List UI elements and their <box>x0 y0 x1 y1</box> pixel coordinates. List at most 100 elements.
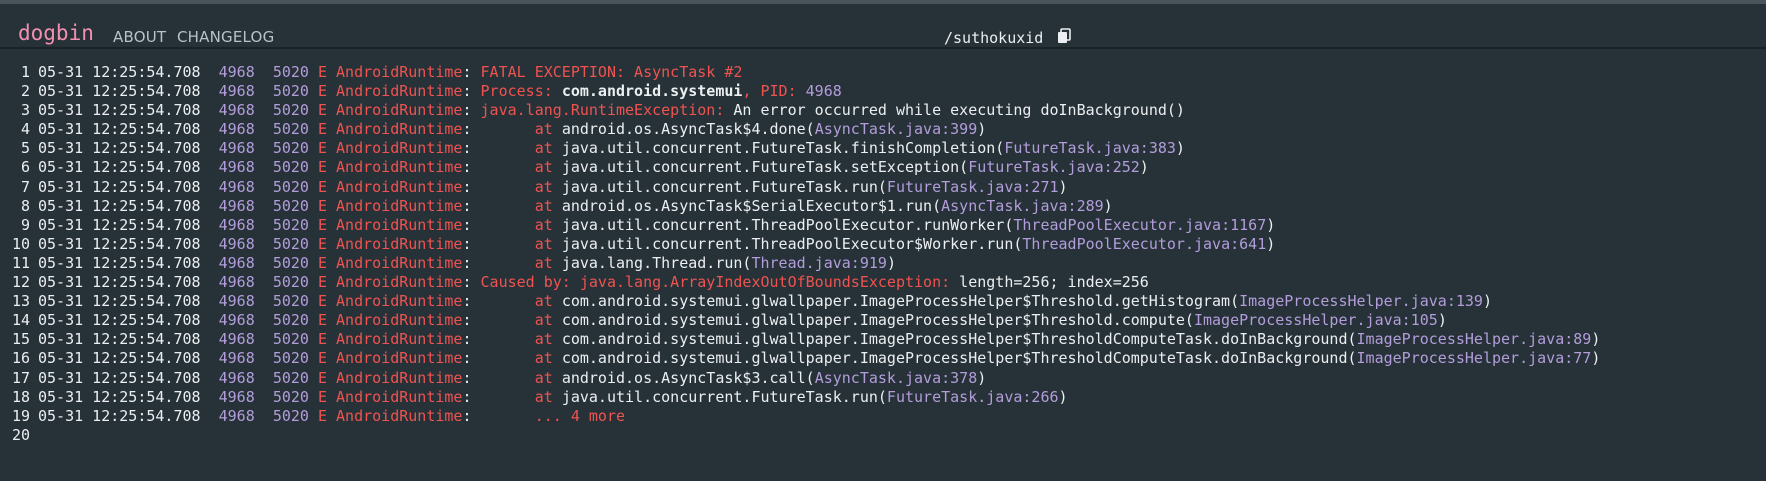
source-link[interactable]: ImageProcessHelper.java:105 <box>1194 311 1438 329</box>
log-pid: 4968 <box>218 273 255 292</box>
line-number: 4 <box>20 120 30 139</box>
log-level-tag: E AndroidRuntime <box>317 82 463 101</box>
log-message: java.util.concurrent.FutureTask.finishCo… <box>561 139 1005 158</box>
nav-changelog-link[interactable]: CHANGELOG <box>177 30 274 45</box>
log-message: android.os.AsyncTask$3.call( <box>561 368 815 387</box>
log-level-tag: E AndroidRuntime <box>317 273 463 292</box>
log-message: at <box>471 253 562 272</box>
line-number: 19 <box>11 406 30 425</box>
log-message: ) <box>1591 349 1601 368</box>
log-colon: : <box>462 63 472 81</box>
log-tid: 5020 <box>272 139 309 158</box>
source-link[interactable]: FutureTask.java:252 <box>968 158 1140 176</box>
brand-logo-link[interactable]: dogbin <box>18 23 94 44</box>
log-timestamp: 05-31 12:25:54.708 <box>38 158 201 177</box>
log-line: 12 05-31 12:25:54.708 4968 5020 E Android… <box>0 273 1766 292</box>
log-timestamp: 05-31 12:25:54.708 <box>38 387 201 406</box>
line-number: 1 <box>20 63 30 81</box>
log-timestamp: 05-31 12:25:54.708 <box>38 177 201 196</box>
line-number: 14 <box>11 311 30 330</box>
line-number: 5 <box>20 139 30 158</box>
log-line: 16 05-31 12:25:54.708 4968 5020 E Android… <box>0 349 1766 368</box>
log-message: ) <box>1266 215 1276 234</box>
log-level-tag: E AndroidRuntime <box>317 253 463 272</box>
log-line: 13 05-31 12:25:54.708 4968 5020 E Android… <box>0 292 1766 311</box>
log-tid: 5020 <box>272 63 309 81</box>
source-link[interactable]: ThreadPoolExecutor.java:641 <box>1022 235 1266 253</box>
source-link[interactable]: ImageProcessHelper.java:77 <box>1357 349 1592 367</box>
log-pid: 4968 <box>218 82 255 101</box>
source-link[interactable]: AsyncTask.java:289 <box>941 197 1104 215</box>
log-message: ) <box>1175 139 1185 158</box>
log-message: ) <box>1058 387 1068 406</box>
log-message: ) <box>1103 196 1113 215</box>
nav-about-link[interactable]: ABOUT <box>113 30 166 45</box>
log-colon: : <box>462 158 472 177</box>
log-pid: 4968 <box>218 101 255 120</box>
log-message: com.android.systemui <box>561 82 743 101</box>
log-line: 1 05-31 12:25:54.708 4968 5020 E AndroidR… <box>0 63 1766 82</box>
source-link[interactable]: ThreadPoolExecutor.java:1167 <box>1013 216 1266 234</box>
log-level-tag: E AndroidRuntime <box>317 177 463 196</box>
log-colon: : <box>462 253 472 272</box>
source-link[interactable]: FutureTask.java:271 <box>887 178 1059 196</box>
log-message: java.util.concurrent.ThreadPoolExecutor$… <box>561 234 1023 253</box>
source-link[interactable]: Thread.java:919 <box>751 254 886 272</box>
log-message: ) <box>1139 158 1149 177</box>
log-level-tag: E AndroidRuntime <box>317 330 463 349</box>
log-pid: 4968 <box>218 387 255 406</box>
log-message: ... 4 more <box>471 406 626 425</box>
log-message: , PID: <box>742 82 806 101</box>
source-link[interactable]: ImageProcessHelper.java:89 <box>1357 330 1592 348</box>
log-message: ) <box>1437 311 1447 330</box>
log-tid: 5020 <box>272 406 309 425</box>
log-line: 15 05-31 12:25:54.708 4968 5020 E Android… <box>0 330 1766 349</box>
paste-content: 1 05-31 12:25:54.708 4968 5020 E AndroidR… <box>0 63 1766 445</box>
log-tid: 5020 <box>272 158 309 177</box>
source-link[interactable]: ImageProcessHelper.java:139 <box>1239 292 1483 310</box>
source-link[interactable]: AsyncTask.java:399 <box>815 120 978 138</box>
log-tid: 5020 <box>272 196 309 215</box>
log-tid: 5020 <box>272 349 309 368</box>
log-line: 10 05-31 12:25:54.708 4968 5020 E Android… <box>0 235 1766 254</box>
log-line: 2 05-31 12:25:54.708 4968 5020 E AndroidR… <box>0 82 1766 101</box>
copy-icon[interactable] <box>1057 28 1071 44</box>
source-link[interactable]: FutureTask.java:266 <box>887 388 1059 406</box>
log-colon: : <box>462 101 472 120</box>
log-message: length=256; index=256 <box>959 273 1149 292</box>
log-line: 5 05-31 12:25:54.708 4968 5020 E AndroidR… <box>0 139 1766 158</box>
line-number: 3 <box>20 101 30 120</box>
log-timestamp: 05-31 12:25:54.708 <box>38 330 201 349</box>
log-colon: : <box>462 368 472 387</box>
log-tid: 5020 <box>272 177 309 196</box>
source-link[interactable]: FutureTask.java:383 <box>1004 139 1176 157</box>
log-pid: 4968 <box>218 368 255 387</box>
log-level-tag: E AndroidRuntime <box>317 368 463 387</box>
log-level-tag: E AndroidRuntime <box>317 311 463 330</box>
log-timestamp: 05-31 12:25:54.708 <box>38 349 201 368</box>
source-link[interactable]: AsyncTask.java:378 <box>815 369 978 387</box>
log-colon: : <box>462 234 472 253</box>
log-tid: 5020 <box>272 234 309 253</box>
log-tid: 5020 <box>272 273 309 292</box>
log-pid: 4968 <box>218 139 255 158</box>
